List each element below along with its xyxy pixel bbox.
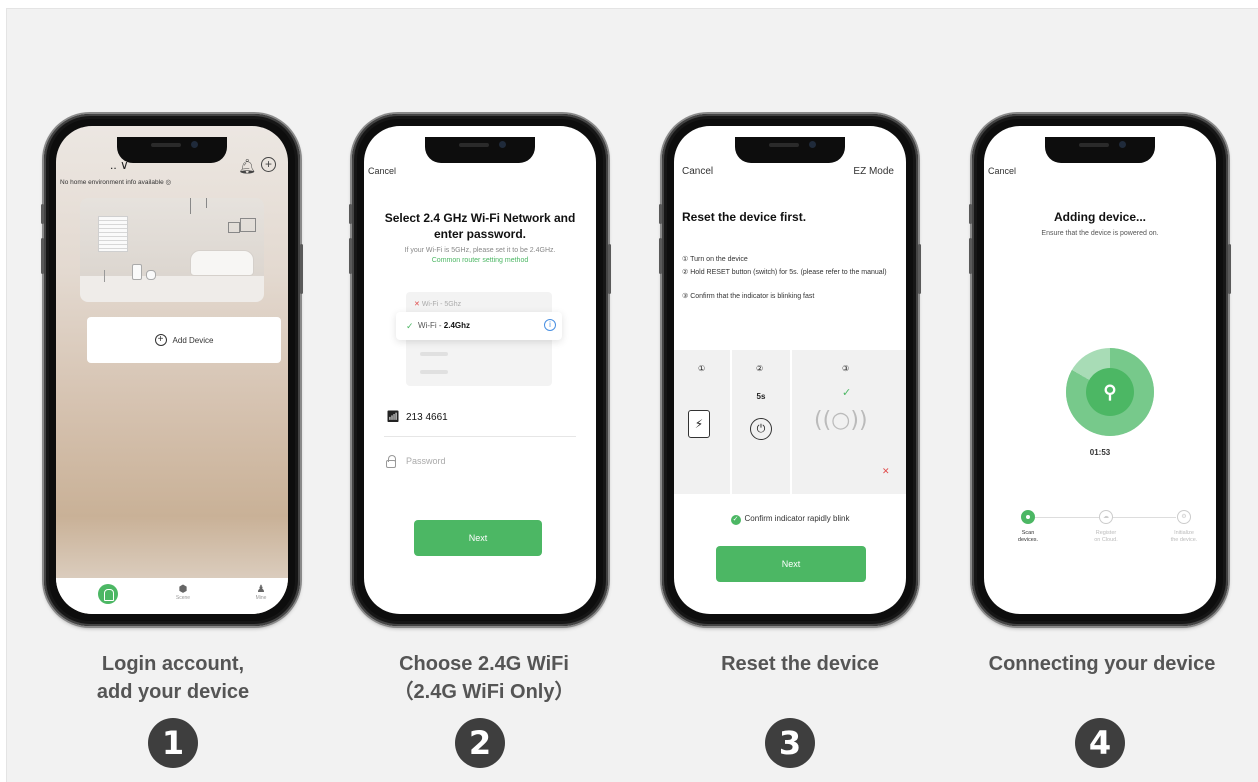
ssid-field[interactable]: 213 4661 [406, 412, 448, 423]
bell-icon[interactable]: 🔔︎ [238, 158, 256, 175]
next-button[interactable]: Next [414, 520, 542, 556]
x-icon: ✕ [414, 301, 420, 308]
person-icon: ♟ [256, 584, 266, 595]
check-icon: ✓ [842, 387, 852, 399]
tab-mine[interactable]: ♟ Mine [246, 584, 276, 601]
phone-wifi: Cancel Select 2.4 GHz Wi-Fi Network and e… [349, 114, 611, 626]
step-badge-3: 3 [765, 718, 815, 768]
password-field[interactable]: Password [406, 456, 446, 466]
step-caption-1: Login account, add your device [96, 653, 250, 703]
tab-bar: ⬢ Scene ♟ Mine [56, 578, 288, 614]
lock-icon [386, 455, 396, 468]
reset-step-1: ① Turn on the device [682, 256, 748, 263]
progress-label-scan: Scan devices. [1017, 530, 1039, 543]
screen-connecting: Cancel Adding device... Ensure that the … [984, 126, 1216, 614]
router-setting-link[interactable]: Common router setting method [370, 257, 590, 264]
illustration-button: ② 5s ⏻︎ [732, 350, 792, 494]
reset-title: Reset the device first. [682, 210, 807, 224]
power-icon: ⏻︎ [750, 418, 772, 440]
cloud-icon: ☁ [1099, 510, 1113, 524]
step-caption-3: Reset the device [721, 653, 879, 675]
adding-title: Adding device... [1053, 210, 1146, 224]
reset-illustrations: ① ⚡︎ ② 5s ⏻︎ ③ ✓ ((○)) ✕ [674, 350, 906, 494]
confirm-checkbox[interactable]: ✓ Confirm indicator rapidly blink [674, 514, 906, 525]
room-illustration [80, 198, 264, 302]
check-circle-icon: ✓ [730, 515, 741, 525]
cancel-button[interactable]: Cancel [988, 166, 1016, 176]
screen-home: .. ∨ 🔔︎ + No home environment info avail… [56, 126, 288, 614]
phone-connecting: Cancel Adding device... Ensure that the … [969, 114, 1231, 626]
illustration-blink: ③ ✓ ((○)) ✕ [792, 350, 906, 494]
wifi-title: Select 2.4 GHz Wi-Fi Network and enter pa… [384, 211, 576, 241]
phone-side-button [41, 238, 44, 274]
step-badge-1: 1 [148, 718, 198, 768]
adding-subtitle: Ensure that the device is powered on. [1041, 230, 1159, 237]
step-caption-2: Choose 2.4G WiFi （2.4G WiFi Only） [393, 653, 575, 703]
reset-step-2: ② Hold RESET button (switch) for 5s. (pl… [682, 269, 887, 276]
wifi-5g-item: ✕ Wi-Fi - 5Ghz [414, 301, 462, 308]
progress-dot-scan [1021, 510, 1035, 524]
info-icon[interactable]: i [544, 319, 556, 331]
phone-notch [117, 137, 227, 163]
wifi-24-item[interactable]: ✓ Wi-Fi - 2.4Ghz i [396, 312, 562, 340]
check-icon: ✓ [406, 321, 414, 331]
add-device-label: Add Device [172, 335, 214, 345]
mode-selector[interactable]: EZ Mode [853, 166, 894, 177]
phone-side-button [41, 204, 44, 224]
search-icon: ⚲ [1086, 368, 1134, 416]
wifi-icon: 📶︎ [386, 411, 400, 423]
wifi-hint: If your Wi-Fi is 5GHz, please set it to … [404, 247, 556, 254]
progress-label-register: Register on Cloud. [1094, 530, 1118, 543]
step-badge-4: 4 [1075, 718, 1125, 768]
phone-reset: Cancel EZ Mode Reset the device first. ①… [659, 114, 921, 626]
phone-notch [735, 137, 845, 163]
step-badge-2: 2 [455, 718, 505, 768]
scene-icon: ⬢ [178, 584, 188, 595]
step-caption-4: Connecting your device [988, 653, 1216, 675]
screen-wifi: Cancel Select 2.4 GHz Wi-Fi Network and e… [364, 126, 596, 614]
tab-scene[interactable]: ⬢ Scene [168, 584, 198, 601]
add-device-button[interactable]: + Add Device [87, 317, 281, 363]
cancel-button[interactable]: Cancel [368, 166, 396, 176]
gear-icon: ⚙ [1177, 510, 1191, 524]
screen-reset: Cancel EZ Mode Reset the device first. ①… [674, 126, 906, 614]
cancel-button[interactable]: Cancel [682, 166, 713, 177]
reset-step-3: ③ Confirm that the indicator is blinking… [682, 293, 815, 300]
divider [384, 436, 576, 437]
phone-notch [425, 137, 535, 163]
scan-progress-ring: ⚲ [1066, 348, 1154, 436]
illustration-plug: ① ⚡︎ [674, 350, 732, 494]
signal-icon: ((○)) [814, 408, 868, 433]
plug-icon: ⚡︎ [688, 410, 710, 438]
plus-circle-icon: + [154, 334, 167, 346]
x-icon: ✕ [882, 466, 890, 476]
env-info-text: No home environment info available ◎ [60, 179, 172, 186]
phone-side-button [300, 244, 303, 294]
add-icon[interactable]: + [261, 157, 276, 172]
tab-home-icon[interactable] [98, 584, 118, 604]
progress-label-initialize: Initialize the device. [1170, 530, 1198, 543]
phone-login: .. ∨ 🔔︎ + No home environment info avail… [41, 114, 303, 626]
countdown-timer: 01:53 [1089, 448, 1111, 457]
phone-notch [1045, 137, 1155, 163]
next-button[interactable]: Next [716, 546, 866, 582]
